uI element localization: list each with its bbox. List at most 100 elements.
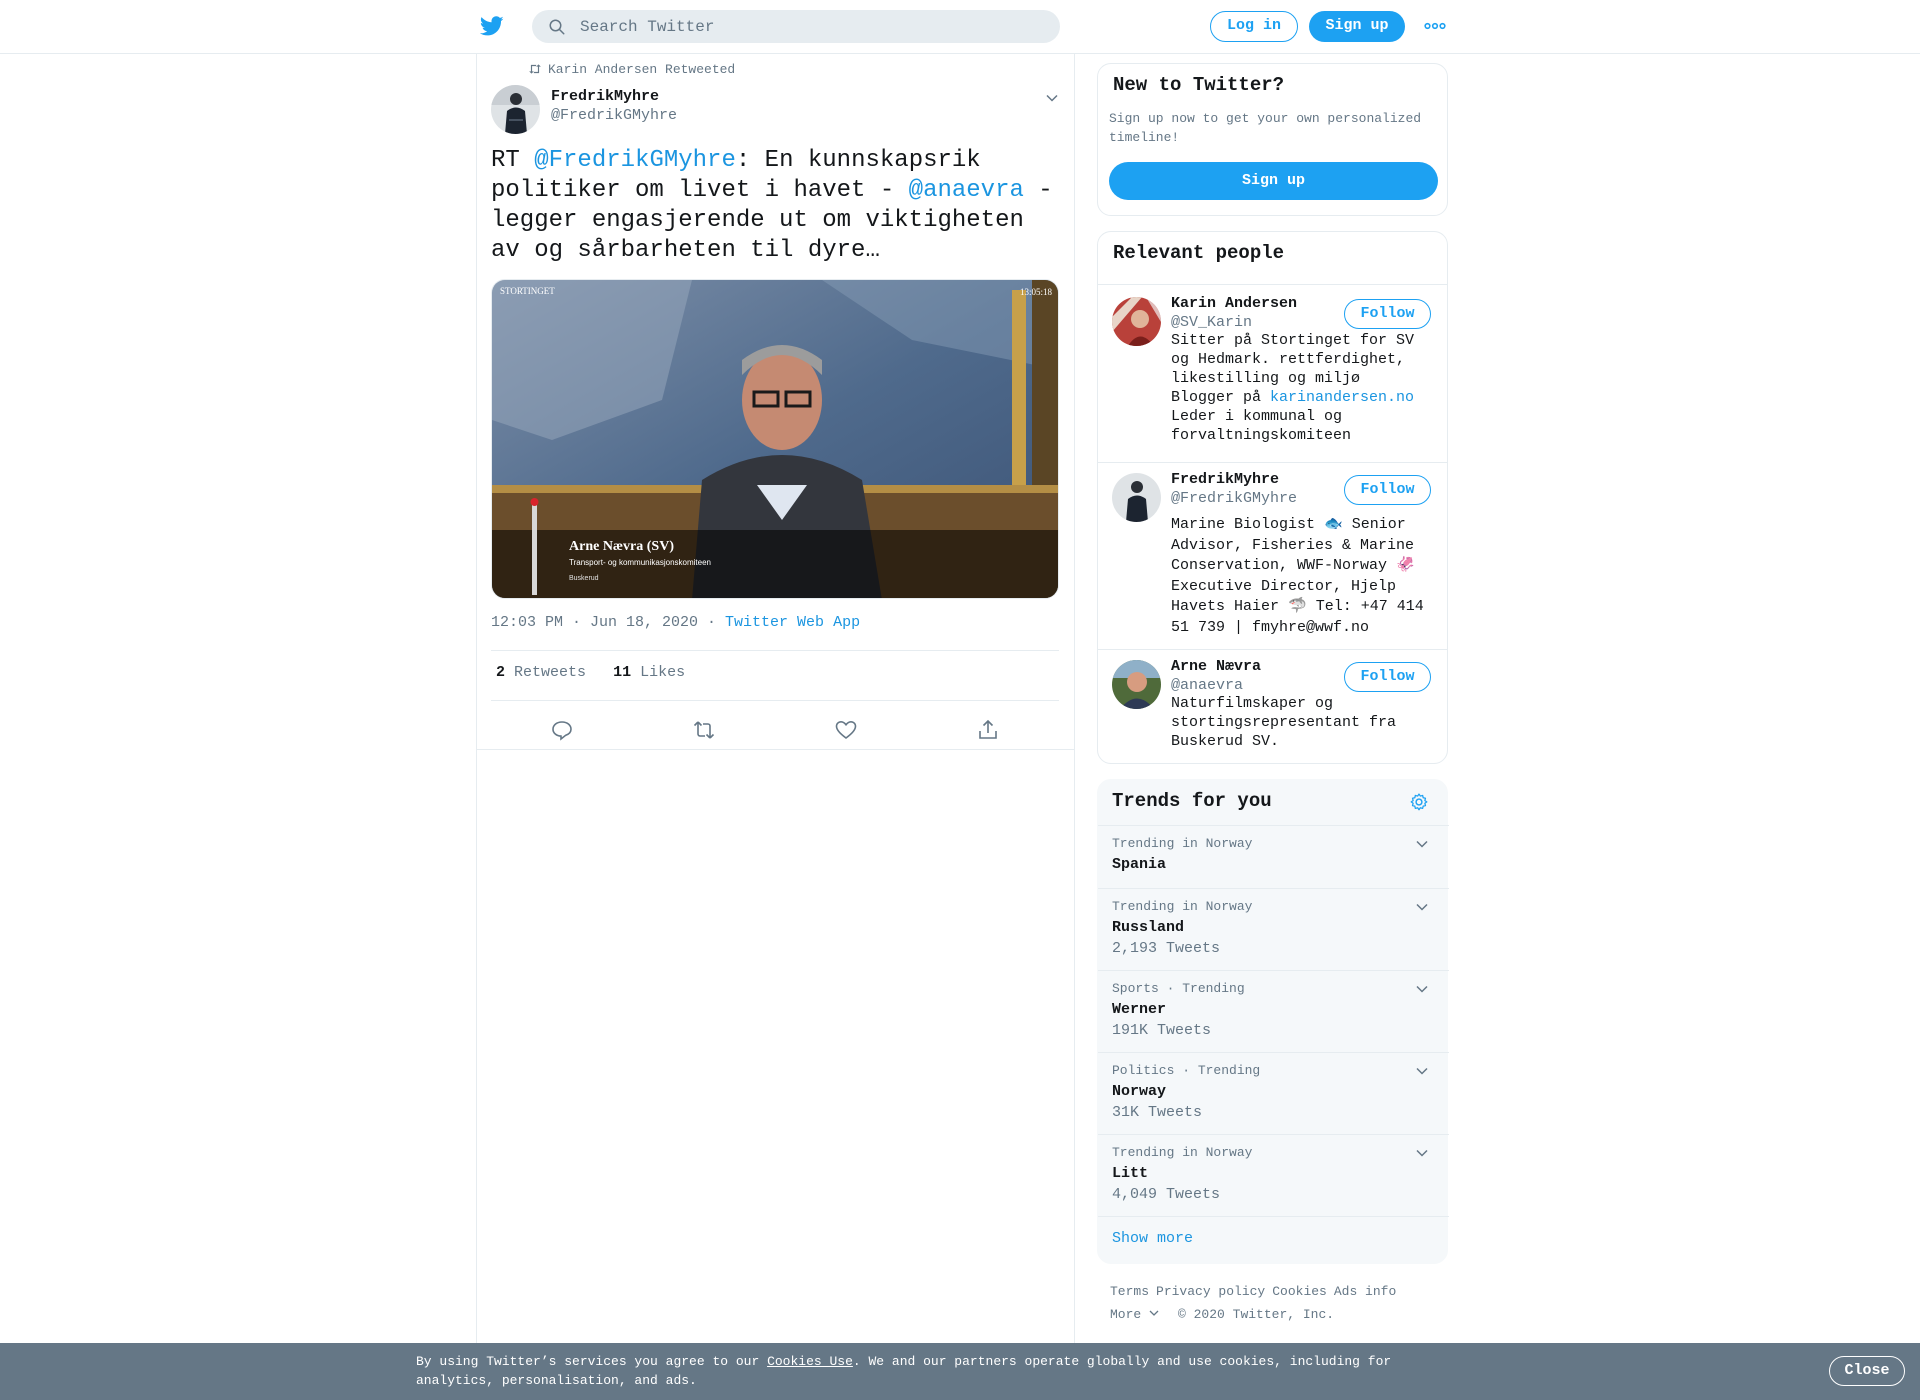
- close-button[interactable]: Close: [1829, 1356, 1905, 1386]
- tweet-text: RT @FredrikGMyhre: En kunnskapsrik polit…: [491, 146, 1061, 266]
- reply-icon[interactable]: [550, 718, 574, 742]
- tweet-time[interactable]: 12:03 PM · Jun 18, 2020 ·: [491, 614, 725, 631]
- new-to-twitter-card: New to Twitter? Sign up now to get your …: [1097, 63, 1448, 216]
- author-name[interactable]: FredrikMyhre: [551, 88, 659, 105]
- footer-privacy-link[interactable]: Privacy policy: [1156, 1284, 1265, 1299]
- bio-line: Leder i kommunal og: [1171, 408, 1343, 425]
- show-more-link[interactable]: Show more: [1112, 1230, 1193, 1247]
- trend-name[interactable]: Russland: [1112, 919, 1184, 936]
- person-name[interactable]: FredrikMyhre: [1171, 471, 1279, 488]
- share-icon[interactable]: [976, 718, 1000, 742]
- follow-button[interactable]: Follow: [1344, 299, 1431, 329]
- chevron-down-icon[interactable]: [1414, 899, 1430, 915]
- trend-name[interactable]: Norway: [1112, 1083, 1166, 1100]
- person-handle[interactable]: @FredrikGMyhre: [1171, 490, 1297, 507]
- tweet-timestamp: 12:03 PM · Jun 18, 2020 · Twitter Web Ap…: [491, 614, 860, 631]
- footer-ads-link[interactable]: Ads info: [1334, 1284, 1396, 1299]
- trend-count: 31K Tweets: [1112, 1104, 1203, 1121]
- avatar[interactable]: [1112, 660, 1161, 709]
- trend-context: Trending in Norway: [1112, 1145, 1253, 1160]
- follow-button[interactable]: Follow: [1344, 475, 1431, 505]
- trend-name[interactable]: Litt: [1112, 1165, 1148, 1182]
- follow-button[interactable]: Follow: [1344, 662, 1431, 692]
- trends-card: Trends for you Trending in Norway Spania…: [1097, 779, 1449, 1264]
- trend-item[interactable]: Trending in Norway Spania: [1098, 825, 1449, 888]
- video-speaker-name: Arne Nævra (SV): [569, 539, 674, 554]
- retweet-context-text: Karin Andersen Retweeted: [548, 62, 736, 77]
- author-avatar[interactable]: [491, 85, 540, 134]
- card-title: New to Twitter?: [1113, 74, 1285, 96]
- divider: [477, 749, 1074, 750]
- top-bar: Log in Sign up: [0, 0, 1920, 54]
- person-name[interactable]: Arne Nævra: [1171, 658, 1261, 675]
- trend-item[interactable]: Politics · Trending Norway 31K Tweets: [1098, 1052, 1449, 1134]
- trend-context: Politics · Trending: [1112, 1063, 1261, 1078]
- retweet-icon[interactable]: [692, 718, 716, 742]
- twitter-logo-icon[interactable]: [479, 14, 505, 38]
- card-title: Relevant people: [1113, 242, 1285, 264]
- relevant-people-card: Relevant people Karin Andersen @SV_Karin…: [1097, 231, 1448, 764]
- trend-item[interactable]: Trending in Norway Russland 2,193 Tweets: [1098, 888, 1449, 970]
- like-icon[interactable]: [834, 718, 858, 742]
- chevron-down-icon[interactable]: [1414, 836, 1430, 852]
- person-name[interactable]: Karin Andersen: [1171, 295, 1297, 312]
- chevron-down-icon[interactable]: [1414, 1145, 1430, 1161]
- tweet-video[interactable]: STORTINGET 13:05:18 Arne Nævra (SV) Tran…: [491, 279, 1059, 599]
- search-bar[interactable]: [532, 10, 1060, 43]
- footer-cookies-link[interactable]: Cookies: [1272, 1284, 1327, 1299]
- video-clock: 13:05:18: [1020, 287, 1053, 297]
- footer-terms-link[interactable]: Terms: [1110, 1284, 1149, 1299]
- footer-copyright: © 2020 Twitter, Inc.: [1178, 1307, 1335, 1322]
- tweet-source-link[interactable]: Twitter Web App: [725, 614, 860, 631]
- person-item[interactable]: Karin Andersen @SV_Karin Follow Sitter p…: [1098, 284, 1447, 462]
- trend-count: 2,193 Tweets: [1112, 940, 1221, 957]
- chevron-down-icon[interactable]: [1414, 981, 1430, 997]
- chevron-down-icon: [1149, 1310, 1159, 1316]
- footer-more-button[interactable]: More: [1110, 1307, 1160, 1322]
- person-handle[interactable]: @SV_Karin: [1171, 314, 1252, 331]
- retweets-label[interactable]: Retweets: [514, 664, 586, 681]
- video-channel: STORTINGET: [500, 286, 555, 296]
- tweet-column: Karin Andersen Retweeted FredrikMyhre @F…: [476, 54, 1075, 1343]
- gear-icon[interactable]: [1409, 792, 1429, 812]
- tweet-text-part: RT: [491, 147, 535, 174]
- cookies-use-link[interactable]: Cookies Use: [767, 1354, 853, 1369]
- likes-count[interactable]: 11: [613, 664, 631, 681]
- divider: [491, 650, 1059, 651]
- bio-line: Sitter på Stortinget for SV: [1171, 332, 1415, 349]
- likes-label[interactable]: Likes: [640, 664, 685, 681]
- trend-name[interactable]: Werner: [1112, 1001, 1166, 1018]
- trend-name[interactable]: Spania: [1112, 856, 1166, 873]
- trend-count: 4,049 Tweets: [1112, 1186, 1221, 1203]
- cookie-consent-bar: By using Twitter’s services you agree to…: [0, 1343, 1920, 1400]
- bio-line: Blogger på karinandersen.no: [1171, 388, 1439, 407]
- video-speaker-region: Buskerud: [569, 575, 599, 582]
- person-item[interactable]: Arne Nævra @anaevra Follow Naturfilmskap…: [1098, 649, 1447, 763]
- chevron-down-icon[interactable]: [1044, 90, 1060, 106]
- chevron-down-icon[interactable]: [1414, 1063, 1430, 1079]
- mention-link[interactable]: @anaevra: [909, 177, 1024, 204]
- trend-context: Trending in Norway: [1112, 836, 1253, 851]
- person-item[interactable]: FredrikMyhre @FredrikGMyhre Follow Marin…: [1098, 462, 1447, 649]
- avatar[interactable]: [1112, 297, 1161, 346]
- author-handle[interactable]: @FredrikGMyhre: [551, 107, 677, 124]
- signup-big-button[interactable]: Sign up: [1109, 162, 1438, 200]
- avatar[interactable]: [1112, 473, 1161, 522]
- trend-item[interactable]: Trending in Norway Litt 4,049 Tweets: [1098, 1134, 1449, 1216]
- trend-item[interactable]: Sports · Trending Werner 191K Tweets: [1098, 970, 1449, 1052]
- mention-link[interactable]: @FredrikGMyhre: [534, 147, 736, 174]
- retweets-count[interactable]: 2: [496, 664, 505, 681]
- trend-context: Sports · Trending: [1112, 981, 1245, 996]
- search-input[interactable]: [580, 10, 1040, 43]
- retweet-context: Karin Andersen Retweeted: [528, 62, 735, 77]
- divider: [491, 700, 1059, 701]
- footer-links: Terms Privacy policy Cookies Ads info More …: [1110, 1280, 1450, 1326]
- person-handle[interactable]: @anaevra: [1171, 677, 1243, 694]
- trend-count: 191K Tweets: [1112, 1022, 1212, 1039]
- footer-more-label[interactable]: More: [1110, 1307, 1141, 1322]
- login-button[interactable]: Log in: [1210, 11, 1298, 42]
- more-options-icon[interactable]: [1424, 18, 1446, 34]
- cookie-text: By using Twitter’s services you agree to…: [416, 1352, 1416, 1390]
- bio-link[interactable]: karinandersen.no: [1270, 389, 1414, 406]
- signup-button[interactable]: Sign up: [1309, 11, 1405, 42]
